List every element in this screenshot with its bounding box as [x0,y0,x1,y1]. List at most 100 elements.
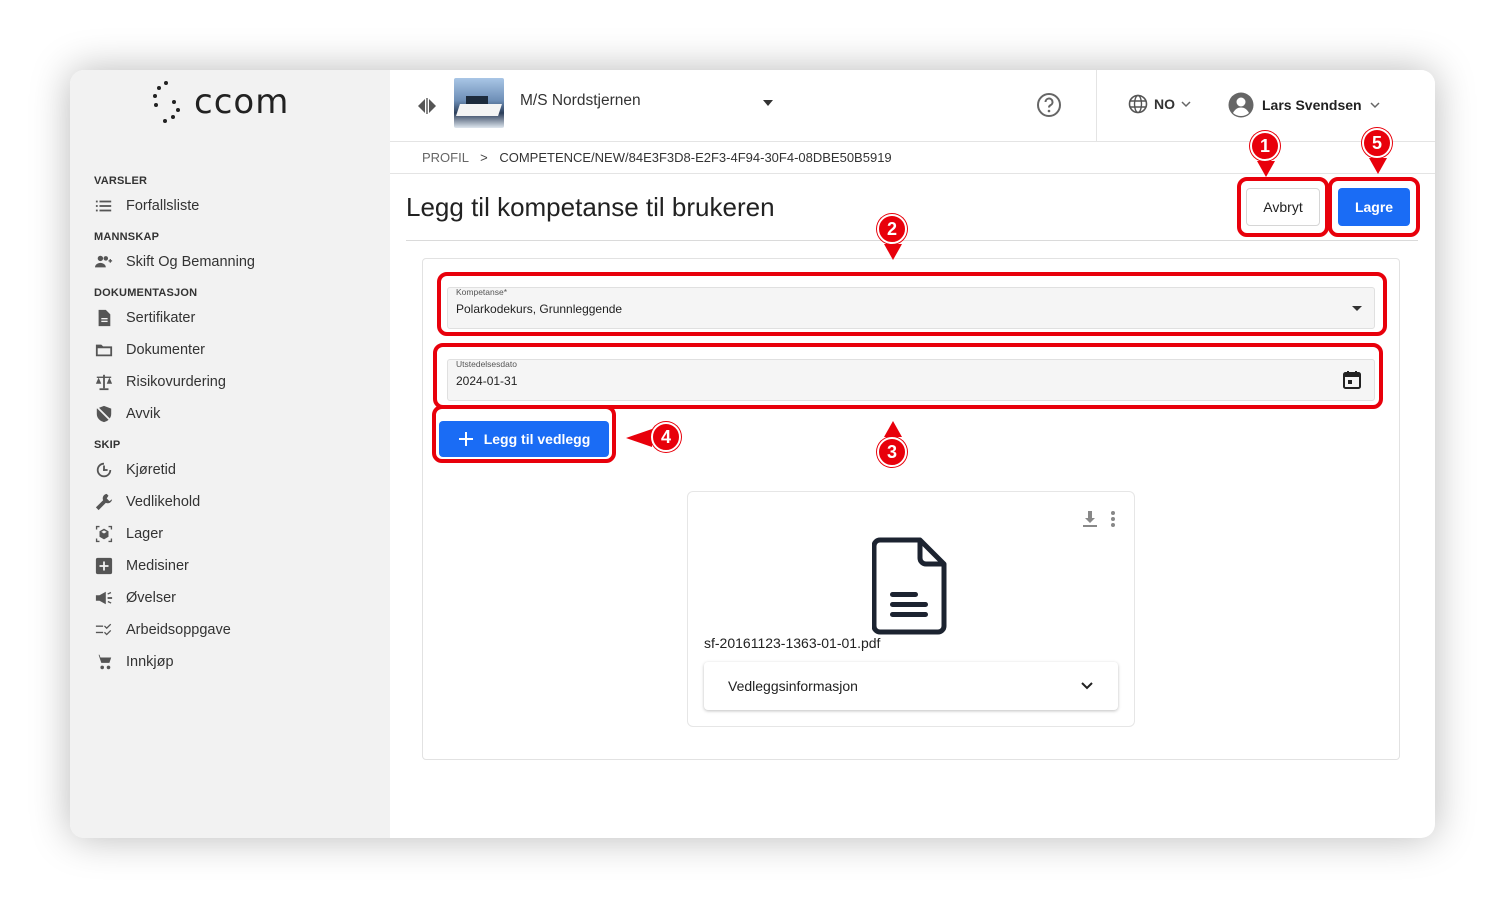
cancel-button[interactable]: Avbryt [1246,188,1320,226]
sidebar-item-kjoretid[interactable]: Kjøretid [94,454,374,486]
issue-date-field[interactable]: Utstedelsesdato 2024-01-31 [447,359,1375,401]
competence-label: Kompetanse* [456,287,508,297]
sidebar-item-label: Arbeidsoppgave [126,622,231,638]
annotation-badge-1: 1 [1250,131,1280,161]
sidebar-item-label: Dokumenter [126,342,205,358]
vessel-name: M/S Nordstjernen [520,92,641,109]
language-code: NO [1154,96,1175,112]
sidebar-item-risikovurdering[interactable]: Risikovurdering [94,366,374,398]
annotation-arrow-2 [884,244,902,260]
sidebar-item-avvik[interactable]: Avvik [94,398,374,430]
annotation-badge-4: 4 [651,422,681,452]
topbar: M/S Nordstjernen NO Lars Svendsen [390,70,1435,142]
sidebar-item-forfallsliste[interactable]: Forfallsliste [94,190,374,222]
chevron-down-icon [1370,102,1380,109]
sidebar-item-label: Innkjøp [126,654,174,670]
collapse-sidebar-icon[interactable] [416,96,438,116]
calendar-icon[interactable] [1342,370,1362,390]
logo[interactable]: ccom [152,78,289,126]
checklist-icon [94,620,114,640]
sidebar-item-ovelser[interactable]: Øvelser [94,582,374,614]
clock-icon [94,460,114,480]
app-window: ccom VARSLER Forfallsliste MANNSKAP Skif… [70,70,1435,838]
globe-icon [1128,94,1148,114]
annotation-arrow-4 [626,429,652,447]
sidebar-item-skift-og-bemanning[interactable]: Skift Og Bemanning [94,246,374,278]
sidebar-item-label: Skift Og Bemanning [126,254,255,270]
box-icon [94,524,114,544]
sidebar: ccom VARSLER Forfallsliste MANNSKAP Skif… [70,70,390,838]
sidebar-item-label: Risikovurdering [126,374,226,390]
sidebar-item-label: Forfallsliste [126,198,200,214]
competence-value: Polarkodekurs, Grunnleggende [456,302,623,316]
nav-section-title: MANNSKAP [94,231,160,243]
sidebar-nav: VARSLER Forfallsliste MANNSKAP Skift Og … [94,166,374,678]
issue-date-label: Utstedelsesdato [456,359,517,369]
document-icon [94,308,114,328]
attachment-info-label: Vedleggsinformasjon [728,678,858,694]
save-button[interactable]: Lagre [1338,188,1410,226]
breadcrumb-separator: > [480,150,488,165]
sidebar-item-label: Sertifikater [126,310,196,326]
dropdown-caret-icon [1352,306,1362,311]
page-title: Legg til kompetanse til brukeren [406,192,775,222]
add-attachment-button[interactable]: Legg til vedlegg [439,421,609,457]
annotation-badge-2: 2 [877,214,907,244]
annotation-arrow-3 [884,421,902,437]
plus-icon [458,432,473,446]
attachment-info-accordion[interactable]: Vedleggsinformasjon [704,662,1118,710]
vessel-dropdown-caret-icon[interactable] [763,100,773,106]
help-icon[interactable] [1036,92,1062,118]
annotation-badge-5: 5 [1362,128,1392,158]
logo-dots-icon [153,81,180,123]
annotation-arrow-1 [1257,161,1275,177]
nav-section-title: DOKUMENTASJON [94,287,198,299]
annotation-arrow-5 [1369,158,1387,174]
medical-cross-icon [94,556,114,576]
wrench-icon [94,492,114,512]
download-icon[interactable] [1082,510,1098,528]
sidebar-item-innkjop[interactable]: Innkjøp [94,646,374,678]
sidebar-item-arbeidsoppgave[interactable]: Arbeidsoppgave [94,614,374,646]
sidebar-item-label: Vedlikehold [126,494,201,510]
folder-icon [94,340,114,360]
chevron-down-icon [1181,101,1191,108]
language-selector[interactable]: NO [1128,94,1191,114]
vessel-thumbnail [454,78,504,128]
nav-section-title: SKIP [94,439,121,451]
sidebar-item-medisiner[interactable]: Medisiner [94,550,374,582]
issue-date-value: 2024-01-31 [456,374,518,388]
people-icon [94,252,114,272]
attachment-actions [1082,510,1116,528]
competence-form: Kompetanse* Polarkodekurs, Grunnleggende… [422,258,1400,760]
annotation-badge-3: 3 [877,437,907,467]
list-icon [94,196,114,216]
sidebar-item-label: Lager [126,526,164,542]
logo-text: ccom [194,82,290,122]
sidebar-item-label: Medisiner [126,558,189,574]
megaphone-icon [94,588,114,608]
attachment-card: sf-20161123-1363-01-01.pdf Vedleggsinfor… [687,491,1135,727]
user-menu[interactable]: Lars Svendsen [1228,92,1380,118]
user-name: Lars Svendsen [1262,97,1362,113]
sidebar-item-vedlikehold[interactable]: Vedlikehold [94,486,374,518]
title-divider [406,240,1418,241]
sidebar-item-label: Øvelser [126,590,176,606]
competence-select[interactable]: Kompetanse* Polarkodekurs, Grunnleggende [447,287,1375,329]
sidebar-item-lager[interactable]: Lager [94,518,374,550]
sidebar-item-dokumenter[interactable]: Dokumenter [94,334,374,366]
topbar-divider [1096,70,1097,142]
sidebar-item-label: Kjøretid [126,462,176,478]
nav-section-title: VARSLER [94,175,148,187]
shield-off-icon [94,404,114,424]
file-document-icon [872,537,947,635]
breadcrumb-home[interactable]: PROFIL [422,150,468,165]
breadcrumb-current: COMPETENCE/NEW/84E3F3D8-E2F3-4F94-30F4-0… [499,150,892,165]
sidebar-item-label: Avvik [126,406,161,422]
scale-icon [94,372,114,392]
more-vertical-icon[interactable] [1110,510,1116,528]
cart-icon [94,652,114,672]
attachment-file-name: sf-20161123-1363-01-01.pdf [704,635,881,651]
chevron-down-icon [1081,682,1093,690]
sidebar-item-sertifikater[interactable]: Sertifikater [94,302,374,334]
